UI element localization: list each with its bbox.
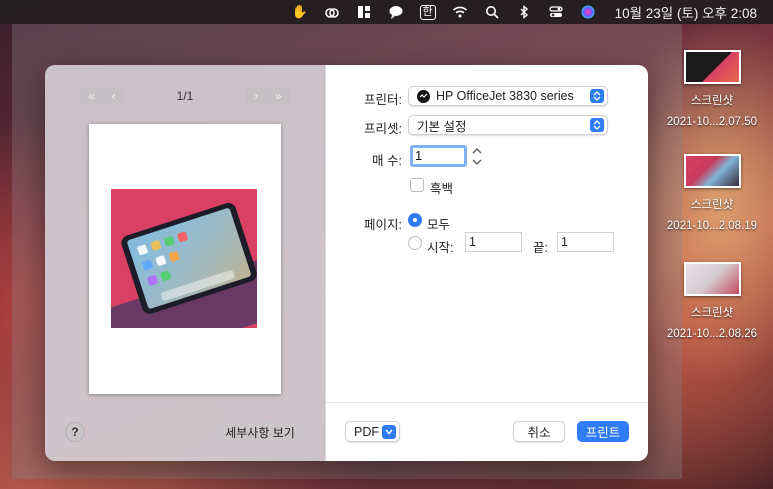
copies-label: 매 수: <box>372 154 402 168</box>
window-layout-icon[interactable] <box>355 3 373 21</box>
pages-range-radio[interactable] <box>408 236 422 250</box>
file-date: 2021-10...2.08.26 <box>666 328 758 340</box>
printer-label: 프린터: <box>364 93 402 107</box>
show-details-button[interactable]: 세부사항 보기 <box>215 422 305 442</box>
preset-select-value: 기본 설정 <box>417 119 467 134</box>
file-thumbnail <box>683 154 741 188</box>
chevron-down-icon <box>382 425 396 439</box>
preset-label: 프리셋: <box>364 122 402 136</box>
desktop-file[interactable]: 스크린샷 2021-10...2.08.19 <box>652 154 772 234</box>
desktop-file[interactable]: 스크린샷 2021-10...2.07.50 <box>652 50 772 130</box>
pages-all-radio[interactable] <box>408 213 422 227</box>
file-date: 2021-10...2.08.19 <box>666 220 758 232</box>
desktop-file[interactable]: 스크린샷 2021-10...2.08.26 <box>652 262 772 342</box>
file-name: 스크린샷 <box>690 199 734 211</box>
chevron-updown-icon <box>590 118 604 132</box>
file-name: 스크린샷 <box>690 307 734 319</box>
last-page-icon[interactable]: » <box>275 89 282 103</box>
chat-bubble-icon[interactable] <box>387 3 405 21</box>
prev-page-controls[interactable]: « ‹ <box>80 87 124 105</box>
help-button[interactable]: ? <box>65 422 85 442</box>
stepper-down-icon <box>472 159 482 165</box>
pages-label: 페이지: <box>364 218 402 232</box>
printer-select-value: HP OfficeJet 3830 series <box>436 89 574 103</box>
creative-cloud-icon[interactable] <box>323 3 341 21</box>
black-white-checkbox[interactable] <box>410 178 424 192</box>
pages-from-label: 시작: <box>427 241 454 255</box>
search-icon[interactable] <box>483 3 501 21</box>
printer-status-icon <box>417 89 430 103</box>
printer-select[interactable]: HP OfficeJet 3830 series <box>408 86 608 106</box>
file-thumbnail <box>683 50 741 84</box>
cancel-button[interactable]: 취소 <box>513 421 565 442</box>
menu-bar-clock[interactable]: 10월 23일 (토) 오후 2:08 <box>615 2 757 22</box>
black-white-label: 흑백 <box>430 182 454 196</box>
stepper-up-icon <box>472 148 482 154</box>
next-page-icon[interactable]: › <box>254 89 258 103</box>
pages-from-input[interactable]: 1 <box>465 232 522 252</box>
input-source-icon[interactable]: 한 <box>419 3 437 21</box>
file-date: 2021-10...2.07.50 <box>666 116 758 128</box>
first-page-icon[interactable]: « <box>88 89 95 103</box>
preview-page <box>89 124 281 394</box>
file-name: 스크린샷 <box>690 95 734 107</box>
footer-divider <box>326 402 648 403</box>
preset-select[interactable]: 기본 설정 <box>408 115 608 135</box>
menu-bar: ✋ 한 10월 23일 (토) 오후 2:08 <box>0 0 773 24</box>
bluetooth-icon[interactable] <box>515 3 533 21</box>
print-button[interactable]: 프린트 <box>577 421 629 442</box>
page-indicator: 1/1 <box>176 89 194 103</box>
prev-page-icon[interactable]: ‹ <box>112 89 116 103</box>
wifi-icon[interactable] <box>451 3 469 21</box>
print-preview-pane: « ‹ 1/1 › » ? 세부사항 보기 <box>45 65 325 461</box>
file-thumbnail <box>683 262 741 296</box>
input-source-label: 한 <box>419 4 436 20</box>
chevron-updown-icon <box>590 89 604 103</box>
pages-to-input[interactable]: 1 <box>557 232 614 252</box>
pdf-menu-button[interactable]: PDF <box>345 421 400 442</box>
pdf-button-label: PDF <box>354 424 379 439</box>
pages-all-label: 모두 <box>427 218 451 232</box>
hand-icon[interactable]: ✋ <box>291 3 309 21</box>
control-center-icon[interactable] <box>547 3 565 21</box>
siri-icon[interactable] <box>579 3 597 21</box>
preview-photo <box>111 189 257 328</box>
print-options-pane: 프린터: HP OfficeJet 3830 series 프리셋: 기본 설정… <box>325 65 648 461</box>
copies-input[interactable]: 1 <box>410 145 467 167</box>
print-dialog: « ‹ 1/1 › » ? 세부사항 보기 프린터: HP OfficeJet … <box>45 65 648 461</box>
next-page-controls[interactable]: › » <box>246 87 290 105</box>
pages-to-label: 끝: <box>533 241 548 255</box>
copies-stepper[interactable] <box>471 147 483 166</box>
